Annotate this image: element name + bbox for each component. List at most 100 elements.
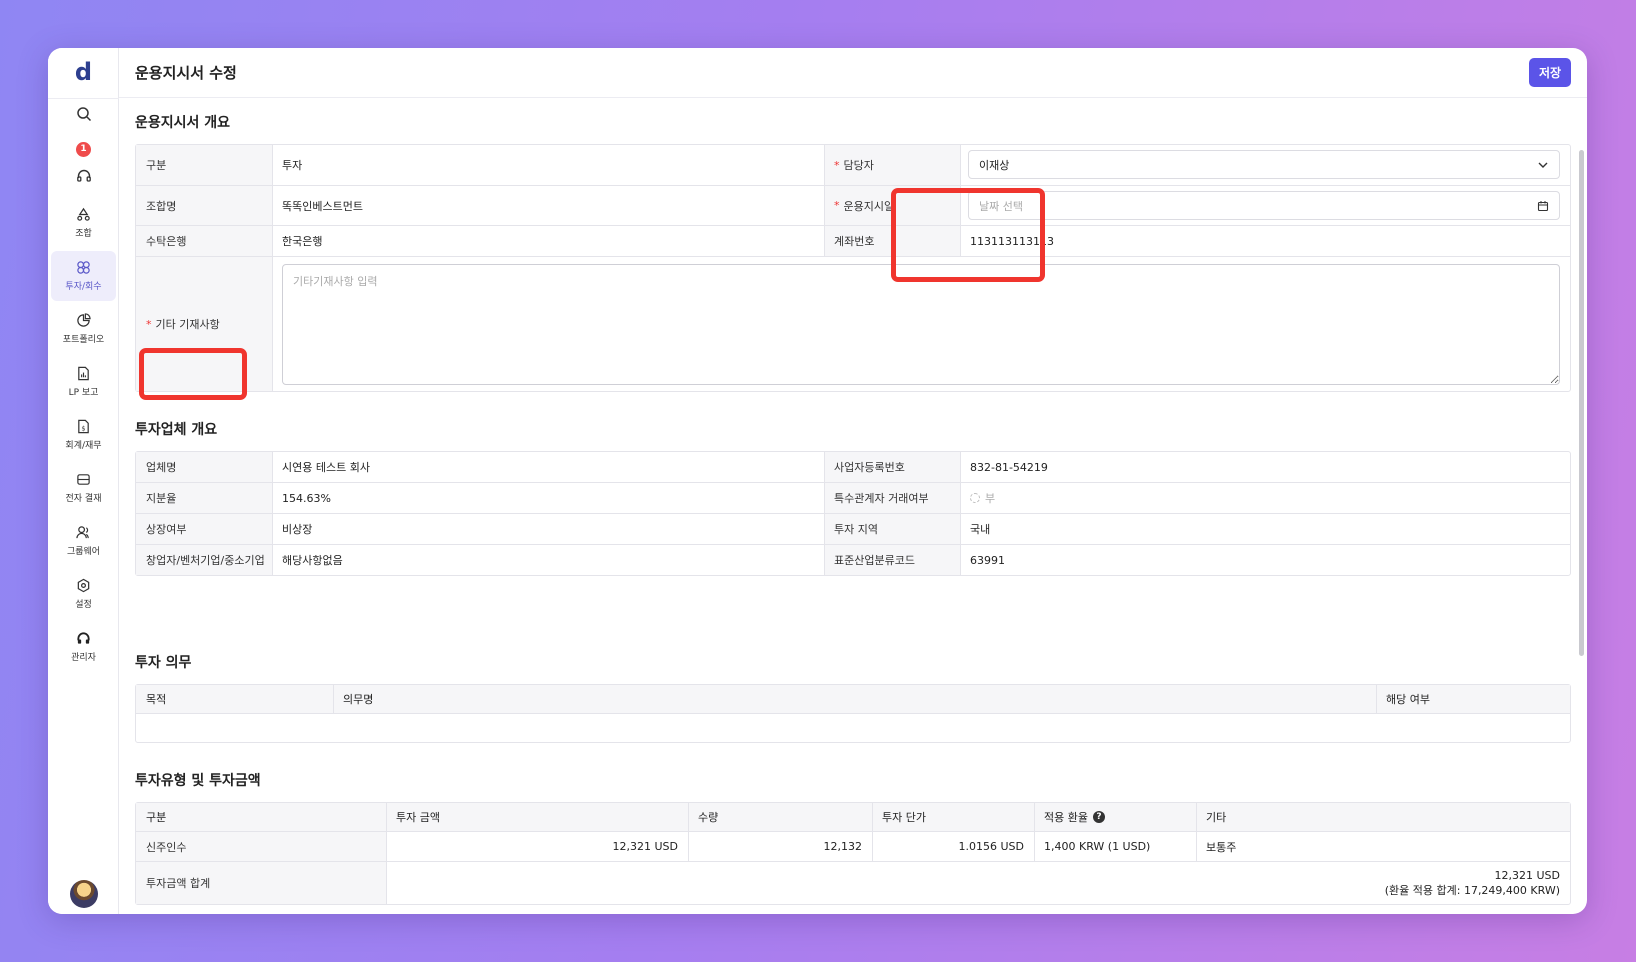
sidebar-item-lp-report[interactable]: LP 보고: [51, 357, 116, 407]
sidebar-item-portfolio[interactable]: 포트폴리오: [51, 304, 116, 354]
bizno-value: 832-81-54219: [970, 460, 1048, 474]
region-value: 국내: [970, 523, 991, 536]
sidebar-item-label: 관리자: [71, 653, 96, 663]
form-row: 수탁은행 한국은행 계좌번호 113113113113: [136, 226, 1570, 257]
sidebar-item-label: 포트폴리오: [62, 335, 105, 345]
region-label: 투자 지역: [824, 514, 960, 544]
account-value: 113113113113: [970, 234, 1054, 248]
form-row: * 기타 기재사항: [136, 257, 1570, 391]
listed-label: 상장여부: [136, 514, 272, 544]
sidebar-item-label: 전자 결재: [65, 494, 102, 504]
headset-icon[interactable]: [48, 168, 119, 188]
logo[interactable]: d: [48, 58, 119, 86]
page-title: 운용지시서 수정: [135, 64, 237, 82]
row-qty: 12,132: [823, 840, 863, 853]
pie-chart-icon: [77, 313, 91, 327]
notes-textarea[interactable]: [282, 264, 1560, 385]
table-row: 창업자/벤처기업/중소기업 해당사항없음 표준산업분류코드 63991: [136, 545, 1570, 575]
table-header-row: 목적 의무명 해당 여부: [136, 685, 1570, 714]
sidebar-item-admin[interactable]: 관리자: [51, 622, 116, 672]
admin-headset-icon: [77, 632, 90, 644]
row-rate: 1,400 KRW (1 USD): [1044, 840, 1151, 853]
sidebar-item-groupware[interactable]: 그룹웨어: [51, 516, 116, 566]
save-button[interactable]: 저장: [1529, 58, 1571, 87]
total-krw: (환율 적용 합계: 17,249,400 KRW): [1384, 883, 1560, 897]
industry-value: 63991: [970, 553, 1005, 567]
sidebar-item-label: 투자/회수: [65, 282, 102, 292]
notification-badge[interactable]: 1: [76, 142, 91, 157]
table-row: 상장여부 비상장 투자 지역 국내: [136, 514, 1570, 545]
column-header-rate: 적용 환율?: [1034, 803, 1196, 831]
sidebar-divider: [48, 98, 119, 99]
form-row: 조합명 똑똑인베스트먼트 * 운용지시일 날짜 선택: [136, 186, 1570, 226]
total-label: 투자금액 합계: [136, 862, 386, 904]
row-etc: 보통주: [1206, 840, 1237, 854]
document-money-icon: $: [78, 419, 89, 434]
table-row-total: 투자금액 합계 12,321 USD (환율 적용 합계: 17,249,400…: [136, 862, 1570, 904]
bizno-label: 사업자등록번호: [824, 452, 960, 482]
inbox-icon: [77, 474, 90, 485]
highlight-box: [891, 188, 1045, 282]
type-label: 구분: [136, 145, 272, 185]
main-content: 운용지시서 개요 구분 투자 * 담당자 이재상 조합명 똑똑인베스트먼트 * 운용…: [119, 98, 1587, 914]
section-title-duty: 투자 의무: [135, 655, 192, 671]
sidebar-item-label: 설정: [75, 600, 92, 610]
company-table: 업체명 시연용 테스트 회사 사업자등록번호 832-81-54219 지분율 …: [135, 451, 1571, 576]
venture-value: 해당사항없음: [282, 554, 343, 567]
manager-select[interactable]: 이재상: [968, 150, 1560, 179]
sidebar-item-label: LP 보고: [68, 388, 99, 398]
column-header-type: 구분: [146, 811, 167, 824]
row-amount: 12,321 USD: [612, 840, 679, 853]
avatar[interactable]: [70, 880, 98, 908]
section-title-overview: 운용지시서 개요: [135, 115, 231, 131]
sidebar-item-settings[interactable]: 설정: [51, 569, 116, 619]
help-icon[interactable]: ?: [1092, 811, 1105, 823]
table-row: 업체명 시연용 테스트 회사 사업자등록번호 832-81-54219: [136, 452, 1570, 483]
section-title-company: 투자업체 개요: [135, 422, 218, 438]
venture-label: 창업자/벤처기업/중소기업: [136, 545, 272, 575]
manager-label: * 담당자: [824, 145, 960, 185]
type-value: 투자: [282, 159, 303, 172]
calendar-icon: [1537, 201, 1549, 212]
column-header-applicable: 해당 여부: [1386, 693, 1430, 706]
overview-form: 구분 투자 * 담당자 이재상 조합명 똑똑인베스트먼트 * 운용지시일 날짜 선택: [135, 144, 1571, 392]
table-row: 지분율 154.63% 특수관계자 거래여부 부: [136, 483, 1570, 514]
related-value: 부: [960, 483, 1570, 513]
row-type: 신주인수: [136, 832, 386, 861]
bank-value: 한국은행: [282, 235, 323, 248]
column-header-qty: 수량: [698, 811, 719, 824]
fund-label: 조합명: [136, 186, 272, 225]
industry-label: 표준산업분류코드: [824, 545, 960, 575]
date-cell: 날짜 선택: [960, 186, 1570, 225]
listed-value: 비상장: [282, 523, 313, 536]
column-header-duty-name: 의무명: [343, 693, 374, 706]
total-value: 12,321 USD: [1494, 868, 1561, 882]
related-label: 특수관계자 거래여부: [824, 483, 960, 513]
search-icon[interactable]: [48, 106, 119, 126]
share-value: 154.63%: [282, 491, 331, 505]
sidebar-item-accounting[interactable]: $ 회계/재무: [51, 410, 116, 460]
investment-icon: [77, 261, 90, 274]
sidebar-item-approval[interactable]: 전자 결재: [51, 463, 116, 513]
column-header-etc: 기타: [1206, 811, 1227, 824]
sidebar-item-fund[interactable]: 조합: [51, 198, 116, 248]
form-row: 구분 투자 * 담당자 이재상: [136, 145, 1570, 186]
sidebar: d 1 조합 투자/회수 포트폴리오 LP 보고 $ 회계/재무 전자 결재 그…: [48, 48, 119, 914]
sidebar-item-label: 회계/재무: [65, 441, 102, 451]
scrollbar[interactable]: [1579, 150, 1584, 656]
section-title-amount: 투자유형 및 투자금액: [135, 773, 261, 789]
chevron-down-icon: [1538, 162, 1548, 168]
manager-cell: 이재상: [960, 145, 1570, 185]
sidebar-item-investment[interactable]: 투자/회수: [51, 251, 116, 301]
column-header-amount: 투자 금액: [396, 811, 440, 824]
amount-table: 구분 투자 금액 수량 투자 단가 적용 환율? 기타 신주인수 12,321 …: [135, 802, 1571, 905]
table-row: 신주인수 12,321 USD 12,132 1.0156 USD 1,400 …: [136, 832, 1570, 862]
page-header: 운용지시서 수정 저장: [119, 48, 1587, 98]
column-header-price: 투자 단가: [882, 811, 926, 824]
fund-value: 똑똑인베스트먼트: [282, 199, 363, 213]
sidebar-item-label: 조합: [75, 229, 92, 239]
row-price: 1.0156 USD: [958, 840, 1025, 853]
radio-icon[interactable]: [970, 493, 980, 503]
duty-table: 목적 의무명 해당 여부: [135, 684, 1571, 743]
date-picker[interactable]: 날짜 선택: [968, 191, 1560, 220]
